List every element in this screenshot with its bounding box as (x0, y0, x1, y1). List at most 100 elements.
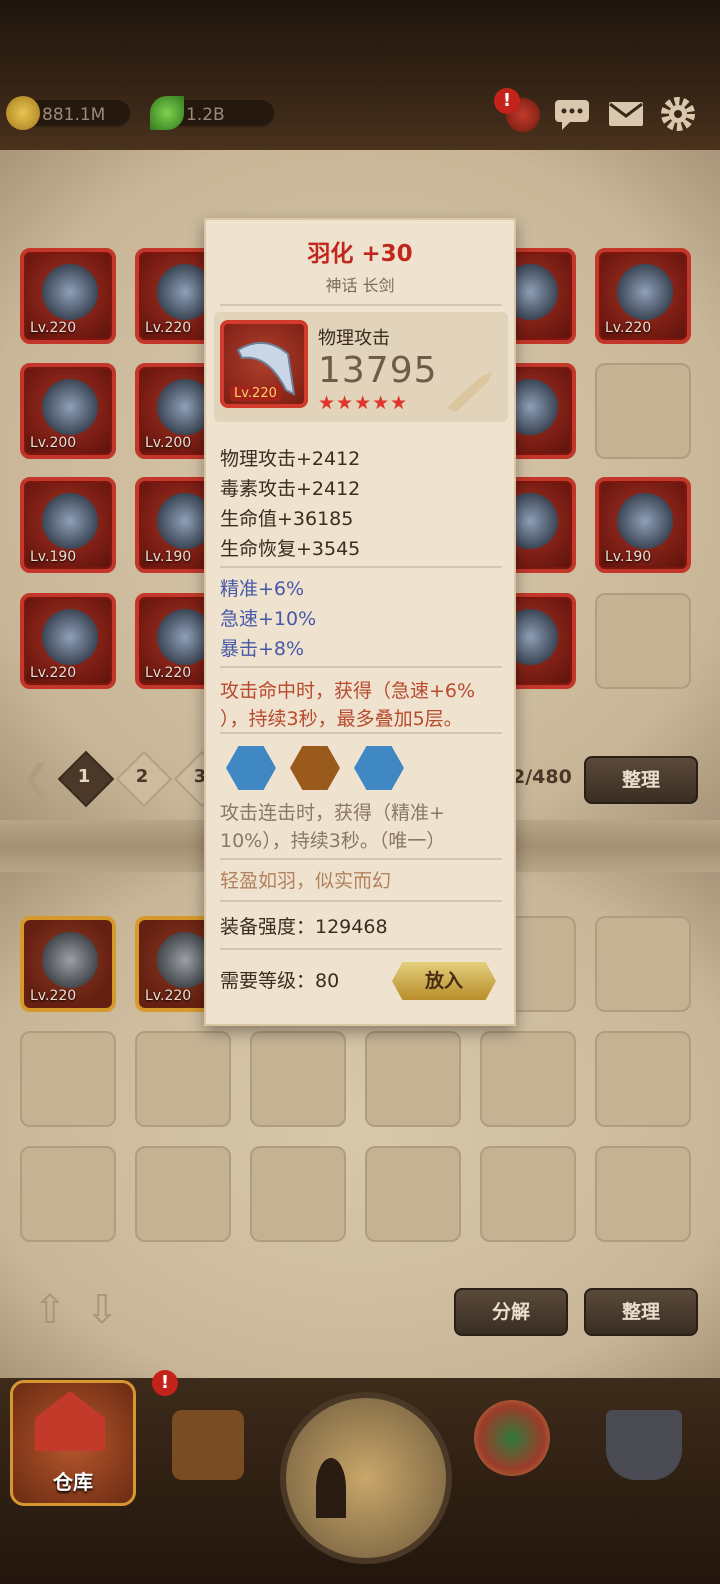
empty-slot[interactable] (595, 593, 691, 689)
capacity-count: 2/480 (512, 766, 572, 788)
prev-page-icon[interactable]: ❮ (16, 758, 56, 798)
empty-slot[interactable] (595, 916, 691, 1012)
page-2-label: 2 (135, 766, 149, 787)
empty-slot[interactable] (480, 1031, 576, 1127)
chat-icon[interactable] (552, 94, 592, 134)
warehouse-icon (35, 1391, 105, 1451)
top-bar: 881.1M 1.2B ! (0, 0, 720, 150)
effect-2-line-2: 10%），持续3秒。（唯一） (220, 830, 446, 852)
inventory-slot[interactable]: Lv.220 (595, 248, 691, 344)
empty-slot[interactable] (20, 1031, 116, 1127)
inventory-slot[interactable]: Lv.190 (20, 477, 116, 573)
main-stat-value: 13795 (318, 350, 438, 391)
alert-badge: ! (494, 88, 520, 114)
inventory-slot[interactable]: Lv.200 (20, 363, 116, 459)
gold-amount: 881.1M (42, 105, 106, 125)
flavor-text: 轻盈如羽，似实而幻 (220, 870, 392, 892)
empty-slot[interactable] (480, 1146, 576, 1242)
empty-slot[interactable] (365, 1146, 461, 1242)
bonus-stat-2: 急速+10% (220, 608, 317, 630)
divider (220, 948, 502, 950)
divider (220, 858, 502, 860)
fire-ring-icon (42, 609, 98, 665)
skull-armor-icon (42, 264, 98, 320)
equipment-power: 装备强度：129468 (220, 916, 388, 938)
leaf-gem-icon (150, 96, 184, 130)
empty-slot[interactable] (250, 1031, 346, 1127)
inventory-slot[interactable]: Lv.220 (20, 248, 116, 344)
scroll-up-icon[interactable]: ⇧ (30, 1290, 70, 1330)
slot-level: Lv.220 (145, 320, 192, 336)
scroll-down-icon[interactable]: ⇩ (82, 1290, 122, 1330)
empty-slot[interactable] (135, 1146, 231, 1242)
decompose-button[interactable]: 分解 (454, 1288, 568, 1336)
empty-slot[interactable] (135, 1031, 231, 1127)
item-rarity-type: 神话 长剑 (325, 276, 395, 295)
empty-slot[interactable] (365, 1031, 461, 1127)
item-level: Lv.220 (230, 386, 281, 401)
divider (220, 900, 502, 902)
slot-level: Lv.190 (30, 549, 77, 565)
nav-warehouse[interactable]: 仓库 (10, 1380, 136, 1506)
divider (220, 304, 502, 306)
slot-level: Lv.220 (145, 665, 192, 681)
item-tooltip: 羽化 +30 神话 长剑 Lv.220 物理攻击 13795 ★★★★★ 物理攻… (204, 218, 516, 1026)
tavern-icon (172, 1410, 244, 1480)
inventory-slot[interactable]: Lv.190 (595, 477, 691, 573)
empty-slot[interactable] (595, 1146, 691, 1242)
gold-counter: 881.1M (6, 96, 132, 130)
divider (220, 732, 502, 734)
nav-adventure[interactable] (280, 1392, 452, 1564)
item-header: Lv.220 物理攻击 13795 ★★★★★ (214, 312, 508, 422)
gear-icon[interactable] (658, 94, 698, 134)
equipped-slot[interactable]: Lv.220 (20, 916, 116, 1012)
mask-icon (42, 932, 98, 988)
treasure-icon (474, 1400, 550, 1476)
slot-level: Lv.220 (145, 988, 192, 1004)
forge-icon (606, 1410, 682, 1480)
star-rating: ★★★★★ (318, 392, 409, 414)
empty-slot[interactable] (595, 363, 691, 459)
sort-equipped-button[interactable]: 整理 (584, 1288, 698, 1336)
sword-icon (42, 379, 98, 435)
bonus-stat-3: 暴击+8% (220, 638, 305, 660)
gold-coin-icon (6, 96, 40, 130)
mail-icon[interactable] (606, 94, 646, 134)
gem-socket-2 (290, 746, 340, 790)
empty-slot[interactable] (20, 1146, 116, 1242)
item-icon: Lv.220 (220, 320, 308, 408)
gem-socket-1 (226, 746, 276, 790)
sort-inventory-button[interactable]: 整理 (584, 756, 698, 804)
nav-treasure[interactable] (452, 1380, 572, 1500)
put-in-button[interactable]: 放入 (392, 962, 496, 1000)
base-stat-2: 毒素攻击+2412 (220, 478, 361, 500)
page-1-label: 1 (77, 766, 91, 787)
base-stat-4: 生命恢复+3545 (220, 538, 361, 560)
item-name: 羽化 +30 (307, 241, 413, 267)
gem-amount: 1.2B (186, 105, 225, 125)
boots-icon (42, 493, 98, 549)
nav-forge[interactable] (584, 1380, 704, 1500)
bonus-stat-1: 精准+6% (220, 578, 305, 600)
main-stat-name: 物理攻击 (318, 328, 390, 349)
nav-warehouse-label: 仓库 (53, 1470, 93, 1494)
slot-level: Lv.220 (30, 665, 77, 681)
slot-level: Lv.190 (605, 549, 652, 565)
gem-counter: 1.2B (150, 96, 276, 130)
empty-slot[interactable] (595, 1031, 691, 1127)
nav-tavern[interactable] (148, 1380, 268, 1500)
slot-level: Lv.220 (30, 320, 77, 336)
divider (220, 566, 502, 568)
required-level: 需要等级：80 (220, 970, 340, 992)
divider (220, 666, 502, 668)
slot-level: Lv.200 (30, 435, 77, 451)
inventory-slot[interactable]: Lv.220 (20, 593, 116, 689)
tavern-alert-badge: ! (152, 1370, 178, 1396)
effect-1-line-2: ），持续3秒，最多叠加5层。 (220, 708, 463, 730)
purple-ring-icon (617, 264, 673, 320)
gold-ring-icon (617, 493, 673, 549)
empty-slot[interactable] (250, 1146, 346, 1242)
slot-level: Lv.220 (605, 320, 652, 336)
slot-level: Lv.200 (145, 435, 192, 451)
slot-level: Lv.190 (145, 549, 192, 565)
